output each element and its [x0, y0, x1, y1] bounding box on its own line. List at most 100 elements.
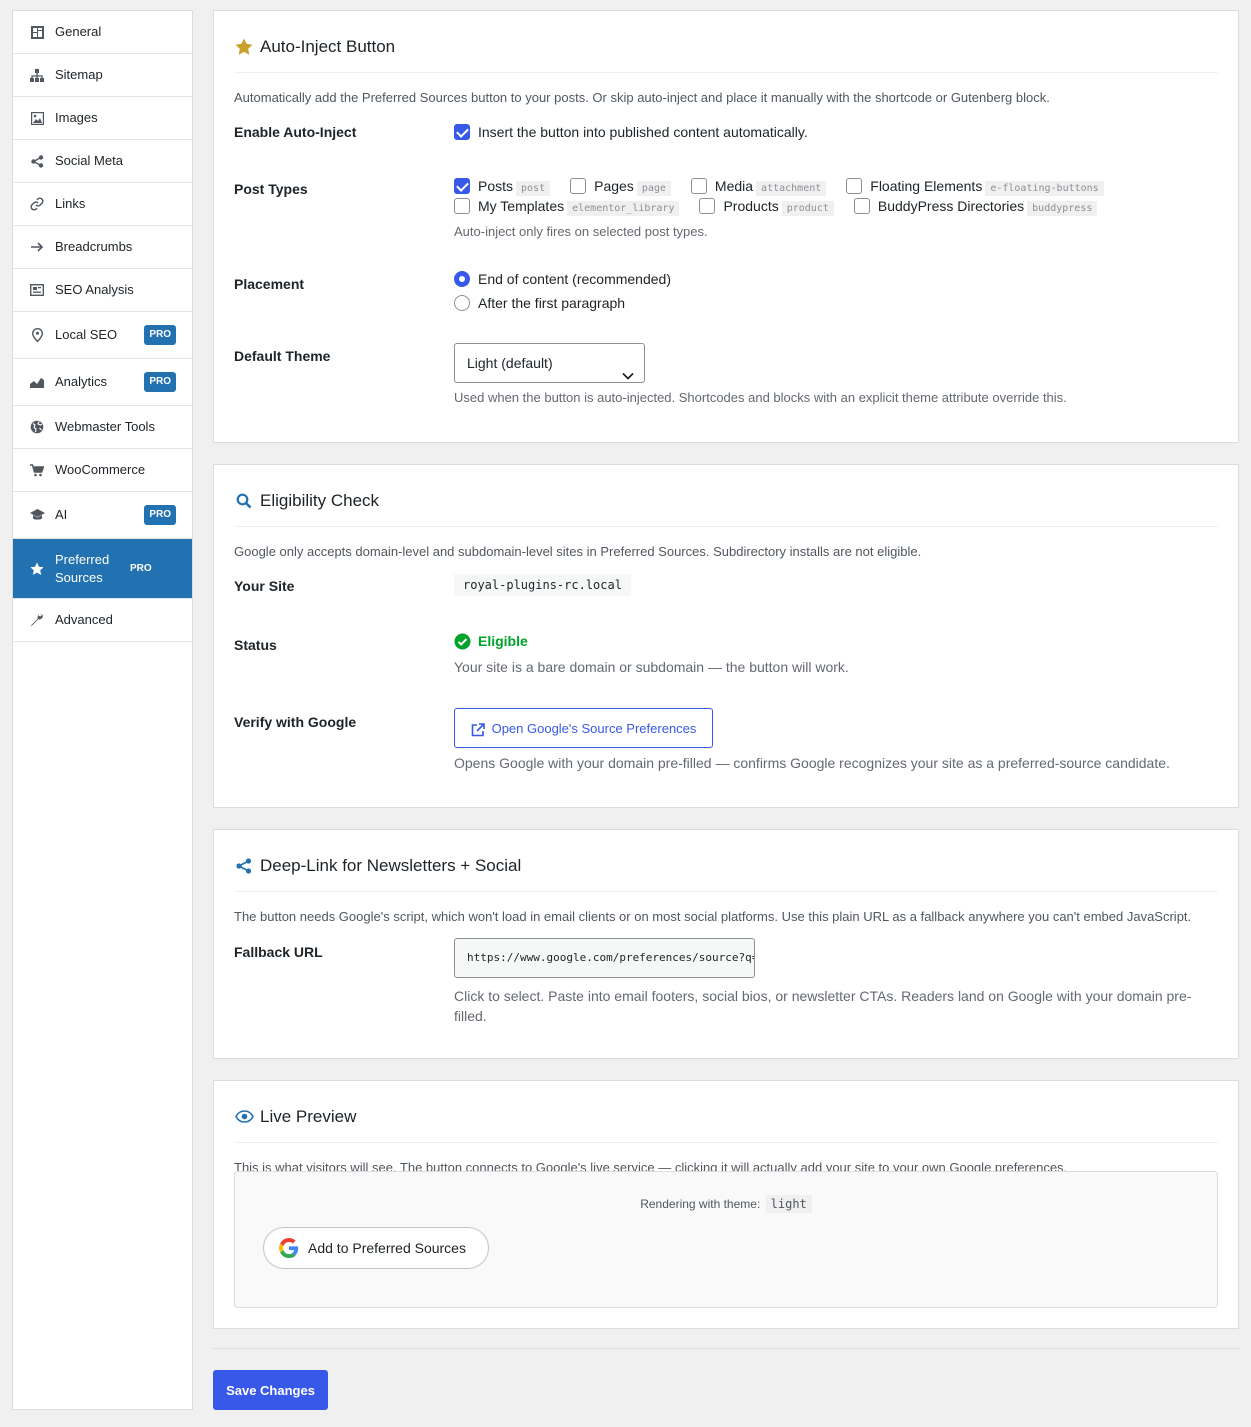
deeplink-card: Deep-Link for Newsletters + Social The b… — [213, 829, 1239, 1059]
fallback-help-line-2: filled. — [454, 1008, 487, 1024]
sidebar-item-label: Sitemap — [55, 67, 103, 82]
radio[interactable] — [454, 271, 470, 287]
sidebar-item-label: Analytics — [55, 374, 108, 389]
checkbox[interactable] — [690, 178, 707, 194]
sidebar-item-analytics[interactable]: Analytics PRO — [13, 359, 192, 406]
arrow-right-icon — [29, 239, 45, 255]
sidebar-item-sitemap[interactable]: Sitemap — [13, 54, 192, 97]
save-changes-button[interactable]: Save Changes — [213, 1370, 328, 1410]
button-label: Add to Preferred Sources — [308, 1240, 466, 1256]
checkbox[interactable] — [454, 178, 470, 194]
rendering-theme: light — [765, 1195, 812, 1213]
post-type-slug: elementor_library — [567, 201, 680, 216]
post-type-slug: e-floating-buttons — [985, 181, 1104, 196]
post-type-slug: attachment — [756, 181, 827, 196]
chevron-down-icon — [622, 356, 634, 394]
placement-group: End of content (recommended) After the f… — [454, 271, 1218, 319]
post-type-products[interactable]: Products product — [699, 198, 834, 216]
placement-end-of-content[interactable]: End of content (recommended) — [454, 271, 1218, 295]
sidebar-item-local-seo[interactable]: Local SEO PRO — [13, 312, 192, 359]
star-icon — [29, 561, 45, 577]
cart-icon — [29, 462, 45, 478]
field-label: Your Site — [234, 578, 295, 594]
sidebar-item-label: General — [55, 24, 102, 39]
option-label: Pages — [594, 178, 634, 194]
sidebar-item-general[interactable]: General — [13, 11, 192, 54]
sidebar-item-label: Images — [55, 110, 98, 125]
checkbox[interactable] — [853, 198, 870, 214]
post-type-floating-elements[interactable]: Floating Elements e-floating-buttons — [846, 178, 1104, 196]
option-label: Posts — [478, 178, 514, 194]
add-to-preferred-sources-button[interactable]: Add to Preferred Sources — [263, 1227, 489, 1269]
field-label: Enable Auto-Inject — [234, 124, 357, 140]
post-type-my-templates[interactable]: My Templates elementor_library — [454, 198, 680, 216]
fallback-url-field[interactable]: https://www.google.com/preferences/sourc… — [454, 938, 755, 978]
sidebar-item-woocommerce[interactable]: WooCommerce — [13, 449, 192, 492]
graduation-cap-icon — [29, 507, 45, 523]
status-control: Eligible Your site is a bare domain or s… — [454, 631, 1218, 675]
post-type-posts[interactable]: Posts post — [454, 178, 551, 196]
sidebar-item-advanced[interactable]: Advanced — [13, 599, 192, 642]
card-header: Deep-Link for Newsletters + Social — [234, 840, 1218, 892]
globe-icon — [29, 419, 45, 435]
star-icon — [234, 37, 254, 57]
pro-badge: PRO — [144, 372, 176, 392]
open-google-source-preferences-button[interactable]: Open Google's Source Preferences — [454, 708, 713, 748]
select-value: Light (default) — [467, 355, 553, 371]
sidebar-item-webmaster-tools[interactable]: Webmaster Tools — [13, 406, 192, 449]
eligibility-card: Eligibility Check Google only accepts do… — [213, 464, 1239, 808]
external-link-icon — [471, 722, 485, 737]
card-title: Auto-Inject Button — [260, 36, 396, 56]
card-header: Live Preview — [234, 1091, 1218, 1143]
sidebar-item-breadcrumbs[interactable]: Breadcrumbs — [13, 226, 192, 269]
checkbox[interactable] — [846, 178, 863, 194]
checkbox[interactable] — [454, 198, 470, 214]
sidebar-item-label: WooCommerce — [55, 462, 146, 477]
sidebar-item-preferred-sources[interactable]: Preferred Sources PRO — [13, 539, 192, 599]
enable-auto-inject-checkbox[interactable]: Insert the button into published content… — [454, 124, 1218, 140]
post-types-group: Posts post Pages page Media attachment Floatin… — [454, 178, 1218, 239]
preview-area: Rendering with theme: light Add to Prefe… — [234, 1171, 1218, 1308]
sidebar-item-label: Links — [55, 196, 86, 211]
post-type-pages[interactable]: Pages page — [570, 178, 671, 196]
rendering-label: Rendering with theme: — [640, 1197, 761, 1211]
sidebar-item-images[interactable]: Images — [13, 97, 192, 140]
sidebar-item-ai[interactable]: AI PRO — [13, 492, 192, 539]
default-theme-select[interactable]: Light (default) — [454, 343, 645, 383]
sidebar-item-label: Webmaster Tools — [55, 419, 155, 434]
sidebar-item-social-meta[interactable]: Social Meta — [13, 140, 192, 183]
post-type-buddypress[interactable]: BuddyPress Directories buddypress — [853, 198, 1098, 216]
checkbox[interactable] — [699, 198, 716, 214]
check-circle-icon — [454, 633, 471, 650]
card-description: The button needs Google's script, which … — [234, 909, 1192, 924]
verify-help: Opens Google with your domain pre-filled… — [454, 755, 1170, 771]
location-pin-icon — [29, 327, 45, 343]
checkbox-label: Insert the button into published content… — [478, 124, 808, 140]
checkbox[interactable] — [454, 124, 470, 140]
checkbox[interactable] — [570, 178, 587, 194]
card-description: Google only accepts domain-level and sub… — [234, 544, 922, 559]
site-value: royal-plugins-rc.local — [454, 574, 631, 596]
radio[interactable] — [454, 295, 470, 311]
site-value-wrap: royal-plugins-rc.local — [454, 574, 1218, 596]
share-icon — [29, 153, 45, 169]
image-icon — [29, 110, 45, 126]
eye-icon — [234, 1107, 254, 1127]
post-types-help: Auto-inject only fires on selected post … — [454, 224, 708, 239]
field-label: Post Types — [234, 181, 308, 197]
field-label: Status — [234, 637, 277, 653]
card-description: Automatically add the Preferred Sources … — [234, 90, 1050, 105]
option-label: Products — [723, 198, 779, 214]
pro-badge: PRO — [144, 325, 176, 345]
post-type-slug: product — [781, 201, 834, 216]
sidebar-item-seo-analysis[interactable]: SEO Analysis — [13, 269, 192, 312]
status-help: Your site is a bare domain or subdomain … — [454, 659, 849, 675]
placement-after-first-paragraph[interactable]: After the first paragraph — [454, 295, 1218, 319]
option-label: BuddyPress Directories — [877, 198, 1025, 214]
theme-help: Used when the button is auto-injected. S… — [454, 390, 1067, 405]
sidebar-item-links[interactable]: Links — [13, 183, 192, 226]
post-type-media[interactable]: Media attachment — [690, 178, 827, 196]
fallback-help-line-1: Click to select. Paste into email footer… — [454, 988, 1192, 1004]
fallback-help: Click to select. Paste into email footer… — [454, 986, 1191, 1026]
card-header: Auto-Inject Button — [234, 21, 1218, 73]
